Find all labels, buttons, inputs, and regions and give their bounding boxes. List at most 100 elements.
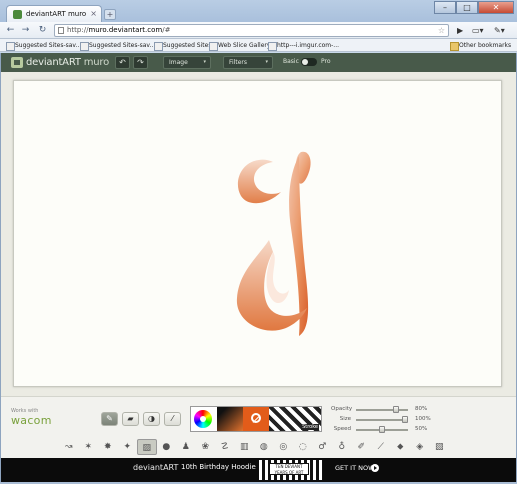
bookmark-item[interactable]: Suggested Sites-sav...: [6, 40, 81, 51]
page-icon: [58, 27, 64, 34]
browser-toolbar: ← → ↻ http://muro.deviantart.com/# ☆ ▶ ▭…: [0, 22, 517, 39]
color-wheel-button[interactable]: [191, 407, 217, 431]
muro-toolbar: deviantART muro ↶ ↷ Image ▾ Filters ▾ Ba…: [1, 53, 516, 72]
other-bookmarks-folder[interactable]: Other bookmarks: [450, 40, 511, 51]
tab-close-icon[interactable]: ×: [90, 9, 97, 18]
artwork-glyph-stroke: [236, 151, 311, 336]
slider-knob[interactable]: [402, 416, 408, 423]
brush-icon[interactable]: ↝: [59, 439, 79, 455]
brush-icon[interactable]: ⟋: [371, 439, 391, 455]
tab-deviantart-muro[interactable]: deviantART muro ×: [6, 5, 102, 22]
opacity-label: Opacity: [331, 406, 353, 412]
color-swatches: Stroke: [190, 406, 322, 432]
bookmarks-bar: Suggested Sites-sav... Suggested Sites-s…: [0, 39, 517, 52]
bookmark-star-icon[interactable]: ☆: [438, 25, 445, 36]
size-value: 100%: [415, 416, 431, 422]
size-slider[interactable]: Size 100%: [331, 415, 441, 425]
brush-icon[interactable]: ✦: [118, 439, 138, 455]
brush-icon[interactable]: ☡: [215, 439, 235, 455]
hoodie-image: TEN DEVIANT YEARS OF ART: [259, 460, 323, 480]
url-host: muro.deviantart.com: [88, 26, 163, 34]
brush-icon[interactable]: ⬥: [391, 439, 411, 455]
tools-menu-icon[interactable]: ✎▾: [494, 25, 505, 36]
filters-menu[interactable]: Filters ▾: [223, 56, 273, 69]
image-menu-label: Image: [169, 59, 188, 66]
undo-button[interactable]: ↶: [115, 56, 130, 69]
wacom-logo: wacom: [11, 414, 52, 427]
brush-icon[interactable]: ♁: [332, 439, 352, 455]
bookmark-item[interactable]: Web Slice Gallery: [209, 40, 270, 51]
maximize-button[interactable]: □: [456, 1, 478, 14]
url-path: /#: [162, 26, 171, 34]
close-window-button[interactable]: ✕: [478, 1, 514, 14]
play-icon[interactable]: [371, 464, 379, 472]
get-it-now-link[interactable]: GET IT NOW: [335, 464, 375, 472]
brush-icon[interactable]: ▥: [235, 439, 255, 455]
address-bar[interactable]: http://muro.deviantart.com/# ☆: [54, 24, 449, 37]
mode-basic-label: Basic: [283, 58, 299, 65]
size-label: Size: [339, 416, 351, 422]
color-wheel-icon: [194, 410, 212, 428]
brush-selector: ↝ ✶ ✸ ✦ ▨ ● ♟ ❀ ☡ ▥ ◍ ◎ ◌ ♂ ♁ ✐ ⟋ ⬥ ◈ ▧: [59, 439, 449, 455]
mode-toggle[interactable]: [301, 58, 317, 66]
chevron-down-icon: ▾: [265, 59, 268, 65]
slider-track[interactable]: [356, 416, 408, 423]
tool-panel: Works with wacom ✎ ▰ ◑ ⁄ Stroke Opacity …: [1, 396, 516, 458]
mode-pro-label: Pro: [321, 58, 331, 65]
slider-knob[interactable]: [392, 406, 399, 413]
workspace: [1, 72, 516, 396]
bookmark-item[interactable]: Suggested Sites-sav...: [80, 40, 155, 51]
eyedropper-tool-button[interactable]: ⁄: [164, 412, 181, 426]
hoodie-badge: TEN DEVIANT YEARS OF ART: [269, 463, 309, 475]
redo-button[interactable]: ↷: [133, 56, 148, 69]
brush-icon-selected[interactable]: ▨: [137, 439, 157, 455]
brush-icon[interactable]: ▧: [430, 439, 450, 455]
deviantart-favicon-icon: [13, 9, 22, 19]
fill-tool-button[interactable]: ◑: [143, 412, 160, 426]
promo-banner[interactable]: deviantART 10th Birthday Hoodie TEN DEVI…: [1, 458, 516, 482]
speed-value: 50%: [415, 426, 428, 432]
slider-track[interactable]: [356, 406, 408, 413]
secondary-color-swatch[interactable]: [243, 407, 269, 431]
drawing-canvas[interactable]: [13, 80, 502, 387]
brush-icon[interactable]: ◎: [274, 439, 294, 455]
slider-knob[interactable]: [379, 426, 385, 433]
browser-titlebar: deviantART muro × + – □ ✕: [0, 0, 517, 22]
logo-text: deviantART muro: [26, 57, 109, 68]
reload-icon[interactable]: ↻: [37, 25, 48, 36]
opacity-value: 80%: [415, 406, 428, 412]
brush-icon[interactable]: ✸: [98, 439, 118, 455]
brush-icon[interactable]: ◍: [254, 439, 274, 455]
go-icon[interactable]: ▶: [457, 25, 463, 36]
brush-tool-button[interactable]: ✎: [101, 412, 118, 426]
brush-icon[interactable]: ●: [157, 439, 177, 455]
new-tab-button[interactable]: +: [104, 9, 116, 20]
wacom-badge[interactable]: Works with wacom: [11, 408, 52, 427]
bookmark-item[interactable]: http---i.imgur.com-...: [268, 40, 339, 51]
minimize-button[interactable]: –: [434, 1, 456, 14]
brush-icon[interactable]: ◈: [410, 439, 430, 455]
window-controls: – □ ✕: [434, 1, 514, 14]
brush-icon[interactable]: ✐: [352, 439, 372, 455]
opacity-slider[interactable]: Opacity 80%: [331, 405, 441, 415]
image-menu[interactable]: Image ▾: [163, 56, 211, 69]
chevron-down-icon: ▾: [203, 59, 206, 65]
slider-track[interactable]: [356, 426, 408, 433]
brush-icon[interactable]: ❀: [196, 439, 216, 455]
deviantart-logo-icon: [11, 56, 23, 68]
eraser-tool-button[interactable]: ▰: [122, 412, 139, 426]
logo-brand: deviantART: [26, 56, 81, 68]
deviantart-muro-logo[interactable]: deviantART muro: [11, 55, 109, 69]
speed-slider[interactable]: Speed 50%: [331, 425, 441, 435]
stroke-pattern-swatch[interactable]: Stroke: [269, 407, 321, 431]
brush-icon[interactable]: ◌: [293, 439, 313, 455]
back-arrow-icon[interactable]: ←: [5, 25, 16, 36]
primary-color-swatch[interactable]: [217, 407, 243, 431]
bookmark-item[interactable]: Suggested Sites: [154, 40, 211, 51]
brush-icon[interactable]: ♟: [176, 439, 196, 455]
brush-icon[interactable]: ✶: [79, 439, 99, 455]
page-menu-icon[interactable]: ▭▾: [472, 25, 484, 36]
brush-icon[interactable]: ♂: [313, 439, 333, 455]
ad-headline: 10th Birthday Hoodie: [181, 463, 256, 471]
forward-arrow-icon[interactable]: →: [20, 25, 31, 36]
